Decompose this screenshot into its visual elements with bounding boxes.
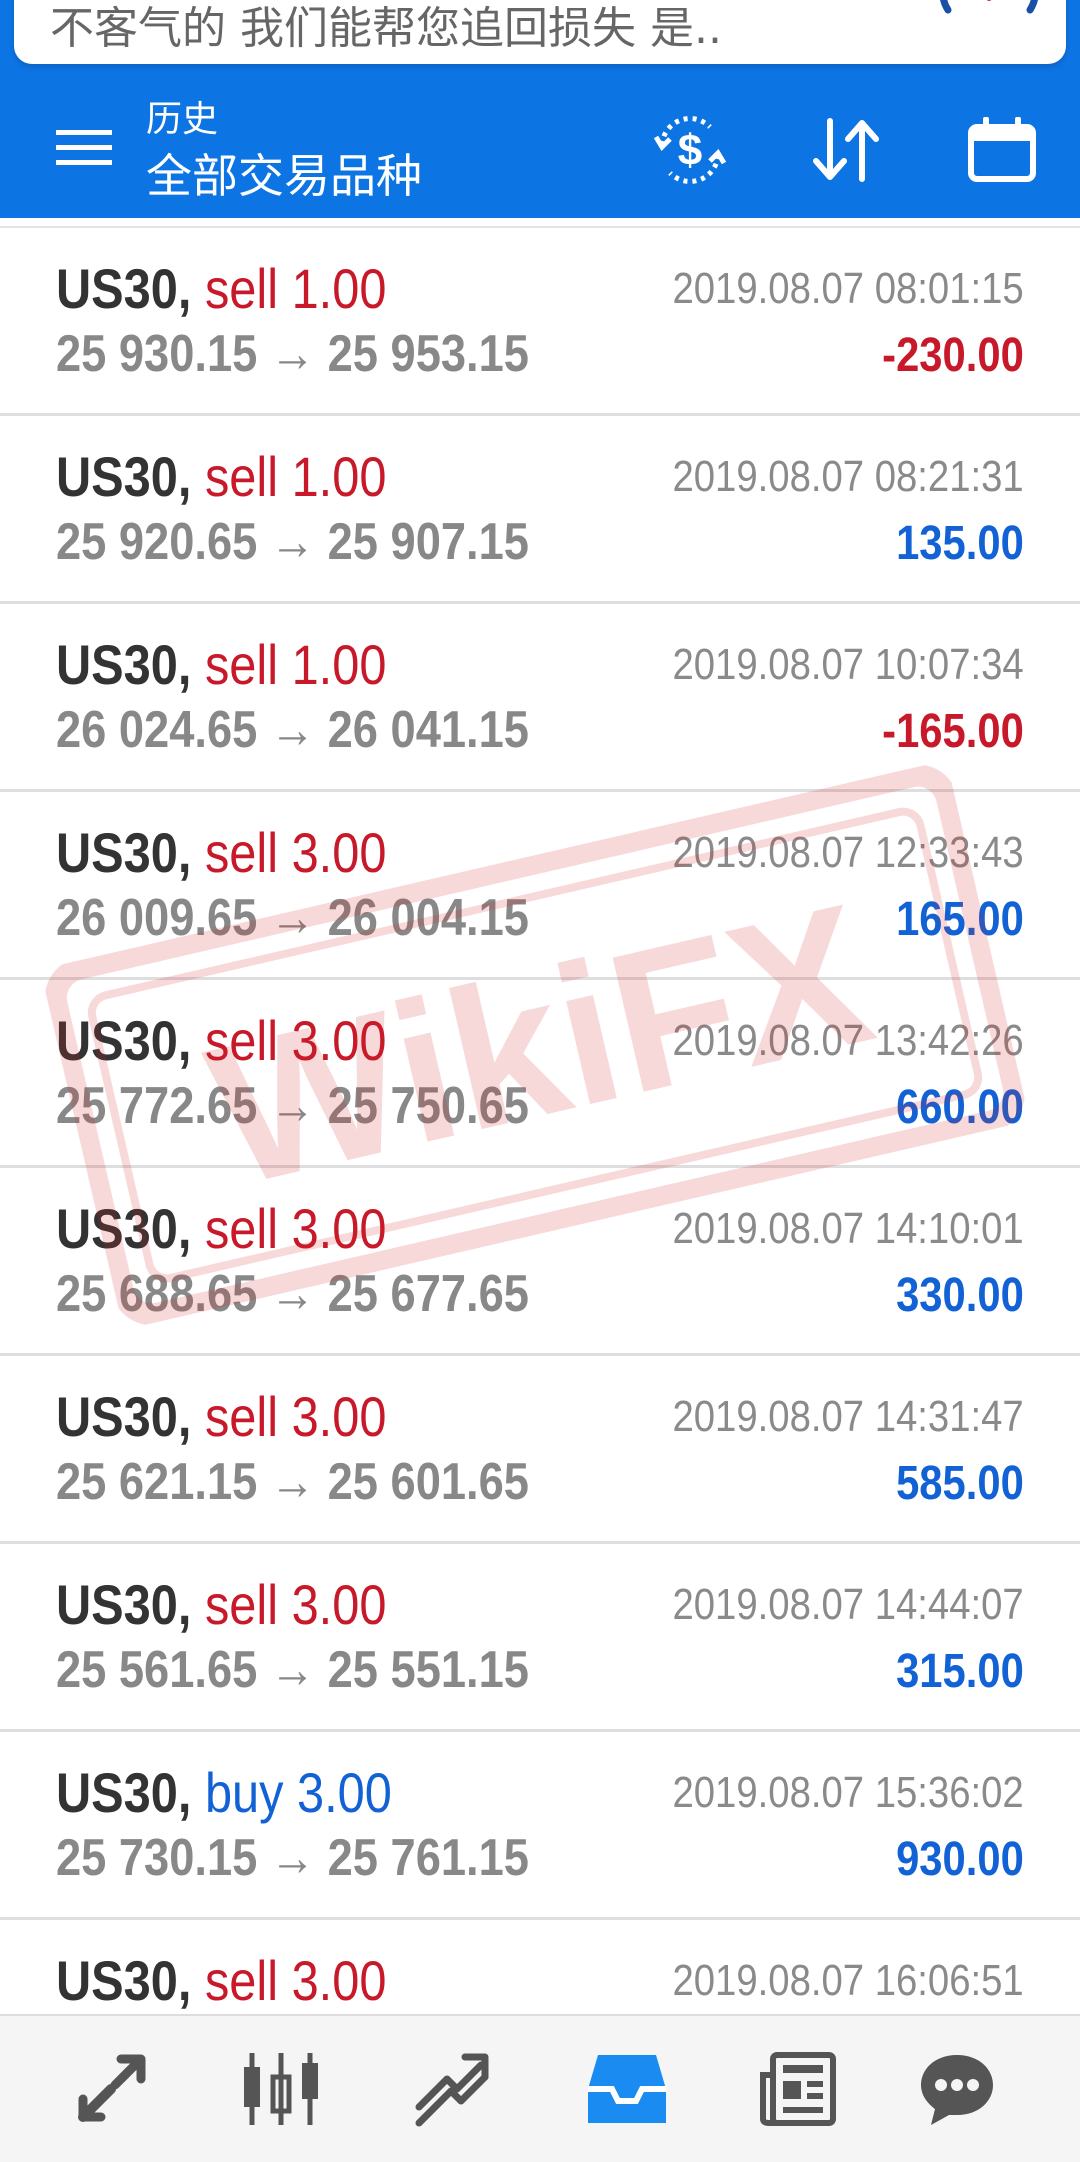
- trade-row[interactable]: US30, sell 1.00 25 930.15 → 25 953.15 2019…: [0, 228, 1080, 416]
- currency-button[interactable]: $: [640, 100, 740, 200]
- trade-symbol: US30,: [56, 633, 192, 696]
- notification-text: 不客气的 我们能帮您追回损失 是..: [50, 3, 722, 54]
- trade-symbol: US30,: [56, 1385, 192, 1448]
- trade-symbol: US30,: [56, 1197, 192, 1260]
- trade-row[interactable]: US30, sell 3.00 2019.08.07 16:06:51: [0, 1920, 1080, 2016]
- trade-time: 2019.08.07 10:07:34: [672, 640, 1024, 689]
- notification-app-icon: [940, 0, 1038, 14]
- trade-symbol-line: US30, sell 3.00: [56, 1948, 386, 2013]
- trade-prices: 25 621.15 → 25 601.65: [56, 1453, 529, 1511]
- trade-prices: 25 561.65 → 25 551.15: [56, 1641, 529, 1699]
- trade-row[interactable]: US30, sell 3.00 25 561.65 → 25 551.15 2019…: [0, 1544, 1080, 1732]
- trade-time: 2019.08.07 13:42:26: [672, 1016, 1024, 1065]
- trade-row[interactable]: US30, sell 3.00 26 009.65 → 26 004.15 2019…: [0, 792, 1080, 980]
- trade-symbol: US30,: [56, 821, 192, 884]
- trade-row[interactable]: US30, sell 3.00 25 772.65 → 25 750.65 2019…: [0, 980, 1080, 1168]
- trade-prices: 26 024.65 → 26 041.15: [56, 701, 529, 759]
- trade-time: 2019.08.07 16:06:51: [672, 1956, 1024, 2005]
- trade-row[interactable]: US30, sell 1.00 25 920.65 → 25 907.15 2019…: [0, 416, 1080, 604]
- trade-side-volume: sell 1.00: [204, 445, 387, 508]
- trade-symbol-line: US30, sell 3.00: [56, 1008, 386, 1073]
- trade-profit: 330.00: [896, 1269, 1024, 1322]
- trade-profit: 315.00: [896, 1645, 1024, 1698]
- trade-prices: 25 772.65 → 25 750.65: [56, 1077, 529, 1135]
- trade-row[interactable]: US30, buy 3.00 25 730.15 → 25 761.15 2019.…: [0, 1732, 1080, 1920]
- trade-prices: 25 688.65 → 25 677.65: [56, 1265, 529, 1323]
- trade-side-volume: sell 3.00: [204, 1385, 387, 1448]
- trade-side-volume: sell 3.00: [204, 821, 387, 884]
- trade-side-volume: sell 1.00: [204, 257, 387, 320]
- trade-profit: 660.00: [896, 1081, 1024, 1134]
- svg-text:$: $: [678, 126, 702, 175]
- trade-time: 2019.08.07 14:31:47: [672, 1392, 1024, 1441]
- trade-icon: [415, 2053, 489, 2127]
- trade-symbol-line: US30, sell 1.00: [56, 444, 386, 509]
- trade-time: 2019.08.07 08:01:15: [672, 264, 1024, 313]
- trade-profit: -165.00: [882, 705, 1024, 758]
- trade-symbol-line: US30, sell 1.00: [56, 632, 386, 697]
- page-subtitle: 历史: [146, 99, 219, 140]
- trade-profit: 930.00: [896, 1833, 1024, 1886]
- trade-time: 2019.08.07 15:36:02: [672, 1768, 1024, 1817]
- trade-profit: 585.00: [896, 1457, 1024, 1510]
- trade-symbol-line: US30, sell 3.00: [56, 1384, 386, 1449]
- trade-prices: 25 730.15 → 25 761.15: [56, 1829, 529, 1887]
- trade-side-volume: sell 1.00: [204, 633, 387, 696]
- trade-symbol: US30,: [56, 445, 192, 508]
- trade-symbol: US30,: [56, 1009, 192, 1072]
- trade-row[interactable]: US30, sell 3.00 25 621.15 → 25 601.65 2019…: [0, 1356, 1080, 1544]
- nav-charts[interactable]: [226, 2034, 336, 2144]
- trade-time: 2019.08.07 08:21:31: [672, 452, 1024, 501]
- trade-symbol-line: US30, sell 1.00: [56, 256, 386, 321]
- trade-symbol: US30,: [56, 1761, 192, 1824]
- trade-symbol-line: US30, sell 3.00: [56, 820, 386, 885]
- news-icon: [760, 2052, 836, 2126]
- trade-time: 2019.08.07 12:33:43: [672, 828, 1024, 877]
- nav-news[interactable]: [744, 2034, 854, 2144]
- trade-symbol-line: US30, sell 3.00: [56, 1196, 386, 1261]
- trade-side-volume: sell 3.00: [204, 1009, 387, 1072]
- trade-prices: 25 930.15 → 25 953.15: [56, 325, 529, 383]
- trade-symbol-line: US30, buy 3.00: [56, 1760, 392, 1825]
- notification-banner-area: 不客气的 我们能帮您追回损失 是..: [0, 0, 1080, 80]
- nav-quotes[interactable]: [56, 2034, 166, 2144]
- trade-side-volume: buy 3.00: [204, 1761, 392, 1824]
- currency-exchange-icon: $: [653, 116, 727, 184]
- charts-icon: [244, 2053, 318, 2125]
- chat-icon: [921, 2055, 993, 2125]
- nav-history[interactable]: [572, 2034, 682, 2144]
- menu-icon[interactable]: [56, 120, 112, 176]
- bottom-navigation: [0, 2014, 1080, 2162]
- trade-symbol-line: US30, sell 3.00: [56, 1572, 386, 1637]
- nav-trade[interactable]: [396, 2034, 506, 2144]
- trade-side-volume: sell 3.00: [204, 1949, 387, 2012]
- notification-banner[interactable]: 不客气的 我们能帮您追回损失 是..: [14, 0, 1066, 64]
- trade-symbol: US30,: [56, 1949, 192, 2012]
- trade-symbol: US30,: [56, 257, 192, 320]
- trade-prices: 26 009.65 → 26 004.15: [56, 889, 529, 947]
- sort-button[interactable]: [796, 100, 896, 200]
- trade-side-volume: sell 3.00: [204, 1573, 387, 1636]
- sort-icon: [813, 118, 879, 182]
- quotes-icon: [78, 2054, 146, 2122]
- history-icon: [588, 2055, 666, 2123]
- nav-chat[interactable]: [902, 2034, 1012, 2144]
- trade-profit: -230.00: [882, 329, 1024, 382]
- trade-profit: 135.00: [896, 517, 1024, 570]
- calendar-icon: [968, 117, 1036, 182]
- trade-symbol: US30,: [56, 1573, 192, 1636]
- trade-row[interactable]: US30, sell 3.00 25 688.65 → 25 677.65 2019…: [0, 1168, 1080, 1356]
- trade-side-volume: sell 3.00: [204, 1197, 387, 1260]
- page-title[interactable]: 全部交易品种: [146, 140, 422, 206]
- trade-history-list[interactable]: US30, sell 1.00 25 930.15 → 25 953.15 2019…: [0, 226, 1080, 2016]
- trade-profit: 165.00: [896, 893, 1024, 946]
- app-bar: 历史 全部交易品种 $: [0, 80, 1080, 218]
- trade-prices: 25 920.65 → 25 907.15: [56, 513, 529, 571]
- trade-row[interactable]: US30, sell 1.00 26 024.65 → 26 041.15 2019…: [0, 604, 1080, 792]
- trade-time: 2019.08.07 14:10:01: [672, 1204, 1024, 1253]
- calendar-button[interactable]: [952, 100, 1052, 200]
- trade-time: 2019.08.07 14:44:07: [672, 1580, 1024, 1629]
